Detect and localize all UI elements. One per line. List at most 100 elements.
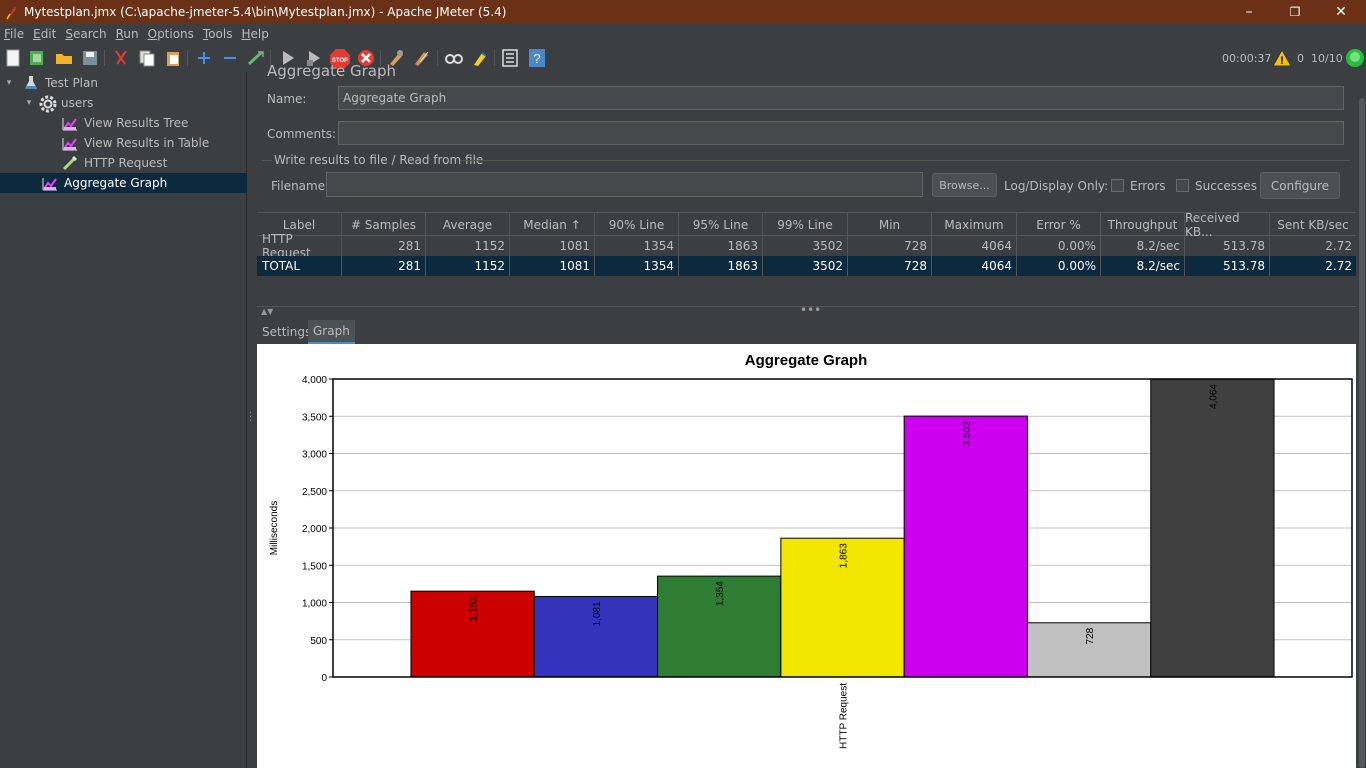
save-icon[interactable]: [80, 48, 100, 68]
configure-button[interactable]: Configure: [1260, 172, 1340, 199]
reset-search-icon[interactable]: [470, 48, 490, 68]
y-tick-label: 1,500: [302, 561, 327, 572]
y-tick-label: 2,000: [302, 524, 327, 535]
graph-listener-icon: [62, 135, 78, 151]
table-cell: TOTAL: [257, 256, 342, 276]
minimize-button[interactable]: –: [1226, 0, 1272, 23]
tree-node-label: Aggregate Graph: [64, 176, 168, 190]
tree-node-label: users: [61, 96, 94, 110]
column-header[interactable]: 90% Line: [595, 213, 679, 236]
templates-icon[interactable]: [27, 48, 47, 68]
pipette-icon: [62, 155, 78, 171]
toggle-icon[interactable]: [246, 48, 266, 68]
tree-node-users[interactable]: ▾ users: [0, 93, 247, 113]
scrollbar-thumb[interactable]: [1359, 98, 1365, 768]
menu-tools[interactable]: Tools: [203, 27, 233, 41]
table-cell: HTTP Request: [257, 232, 342, 260]
split-arrows-icon[interactable]: ▲▼: [261, 307, 273, 316]
toolbar-separator: [104, 50, 105, 66]
close-button[interactable]: ✕: [1318, 0, 1364, 23]
vertical-scrollbar[interactable]: [1357, 98, 1366, 768]
table-cell: 2.72: [1325, 259, 1352, 273]
x-category-label: HTTP Request: [839, 683, 850, 749]
paste-icon[interactable]: [163, 48, 183, 68]
comments-field[interactable]: [338, 121, 1344, 145]
tree-node-test-plan[interactable]: ▾ Test Plan: [0, 73, 247, 93]
menu-edit[interactable]: Edit: [33, 27, 56, 41]
split-divider[interactable]: ▲▼ •••: [257, 303, 1356, 318]
bottom-tabs: Settings Graph: [257, 320, 1356, 344]
table-header: Label # Samples Average Median ↑ 90% Lin…: [257, 211, 1356, 239]
menu-options[interactable]: Options: [148, 27, 194, 41]
menu-edit-mnemonic: E: [33, 27, 41, 41]
svg-text:?: ?: [533, 51, 540, 66]
column-header[interactable]: # Samples: [342, 213, 426, 236]
toolbar-separator: [437, 50, 438, 66]
column-header[interactable]: Maximum: [932, 213, 1017, 236]
tree-node-view-results-tree[interactable]: View Results Tree: [0, 113, 247, 133]
column-header[interactable]: Received KB...: [1185, 211, 1270, 239]
splitter-handle-icon[interactable]: · · ·: [249, 409, 252, 427]
filename-label: Filename: [271, 179, 326, 193]
menu-tools-label: ools: [208, 27, 233, 41]
menu-run[interactable]: Run: [116, 27, 139, 41]
y-tick-label: 4,000: [302, 375, 327, 386]
table-cell: 281: [342, 236, 426, 256]
tree-node-http-request[interactable]: HTTP Request: [0, 153, 247, 173]
column-header[interactable]: 99% Line: [763, 213, 848, 236]
table-cell: 4064: [932, 236, 1017, 256]
function-helper-icon[interactable]: [500, 48, 520, 68]
clear-all-icon[interactable]: [412, 48, 432, 68]
tree-node-aggregate-graph[interactable]: Aggregate Graph: [0, 173, 247, 193]
column-header[interactable]: Sent KB/sec: [1270, 213, 1356, 236]
open-icon[interactable]: [54, 48, 74, 68]
table-cell: 1354: [595, 236, 679, 256]
expand-icon[interactable]: [194, 48, 214, 68]
table-cell: 1863: [679, 236, 763, 256]
maximize-button[interactable]: ❐: [1272, 0, 1318, 23]
window-title: Mytestplan.jmx (C:\apache-jmeter-5.4\bin…: [24, 4, 507, 19]
menu-file[interactable]: File: [4, 27, 24, 41]
tab-graph[interactable]: Graph: [308, 320, 355, 344]
y-tick-label: 500: [310, 636, 327, 647]
errors-checkbox[interactable]: [1111, 179, 1124, 192]
column-header[interactable]: 95% Line: [679, 213, 763, 236]
column-header[interactable]: Average: [426, 213, 510, 236]
table-cell: 4064: [932, 256, 1017, 276]
name-field[interactable]: Aggregate Graph: [338, 86, 1344, 110]
copy-icon[interactable]: [137, 48, 157, 68]
search-icon[interactable]: [444, 48, 464, 68]
menu-search[interactable]: Search: [65, 27, 106, 41]
filename-field[interactable]: [326, 172, 923, 197]
chart-title: Aggregate Graph: [745, 352, 868, 369]
column-header[interactable]: Throughput: [1101, 213, 1185, 236]
table-cell: 1152: [426, 236, 510, 256]
tree-node-label: View Results in Table: [84, 136, 210, 150]
svg-text:!: !: [1280, 55, 1284, 67]
drag-handle-icon[interactable]: •••: [800, 303, 821, 317]
menu-help[interactable]: Help: [242, 27, 269, 41]
collapse-toggle-icon[interactable]: ▾: [23, 98, 35, 108]
tree-node-view-results-in-table[interactable]: View Results in Table: [0, 133, 247, 153]
column-header[interactable]: Min: [848, 213, 932, 236]
data-label: 1,152: [469, 596, 480, 621]
data-label: 1,081: [592, 601, 603, 626]
menu-search-mnemonic: S: [65, 27, 73, 41]
data-label: 728: [1085, 627, 1096, 644]
fieldset-border: [262, 160, 272, 161]
table-row[interactable]: HTTP Request 281 1152 1081 1354 1863 350…: [257, 232, 1356, 260]
elapsed-timer: 00:00:37: [1222, 52, 1272, 65]
successes-checkbox[interactable]: [1176, 179, 1189, 192]
browse-button[interactable]: Browse...: [932, 173, 997, 197]
table-cell: 728: [848, 256, 932, 276]
help-icon[interactable]: ?: [527, 48, 547, 68]
new-icon[interactable]: [3, 48, 23, 68]
column-header[interactable]: Error %: [1017, 213, 1101, 236]
table-row-total[interactable]: TOTAL 281 1152 1081 1354 1863 3502 728 4…: [257, 256, 1356, 276]
collapse-icon[interactable]: [220, 48, 240, 68]
data-label: 3,502: [962, 421, 973, 446]
column-header[interactable]: Median ↑: [510, 213, 595, 236]
cut-icon[interactable]: [111, 48, 131, 68]
collapse-toggle-icon[interactable]: ▾: [3, 78, 15, 88]
warning-icon[interactable]: !: [1272, 48, 1292, 70]
